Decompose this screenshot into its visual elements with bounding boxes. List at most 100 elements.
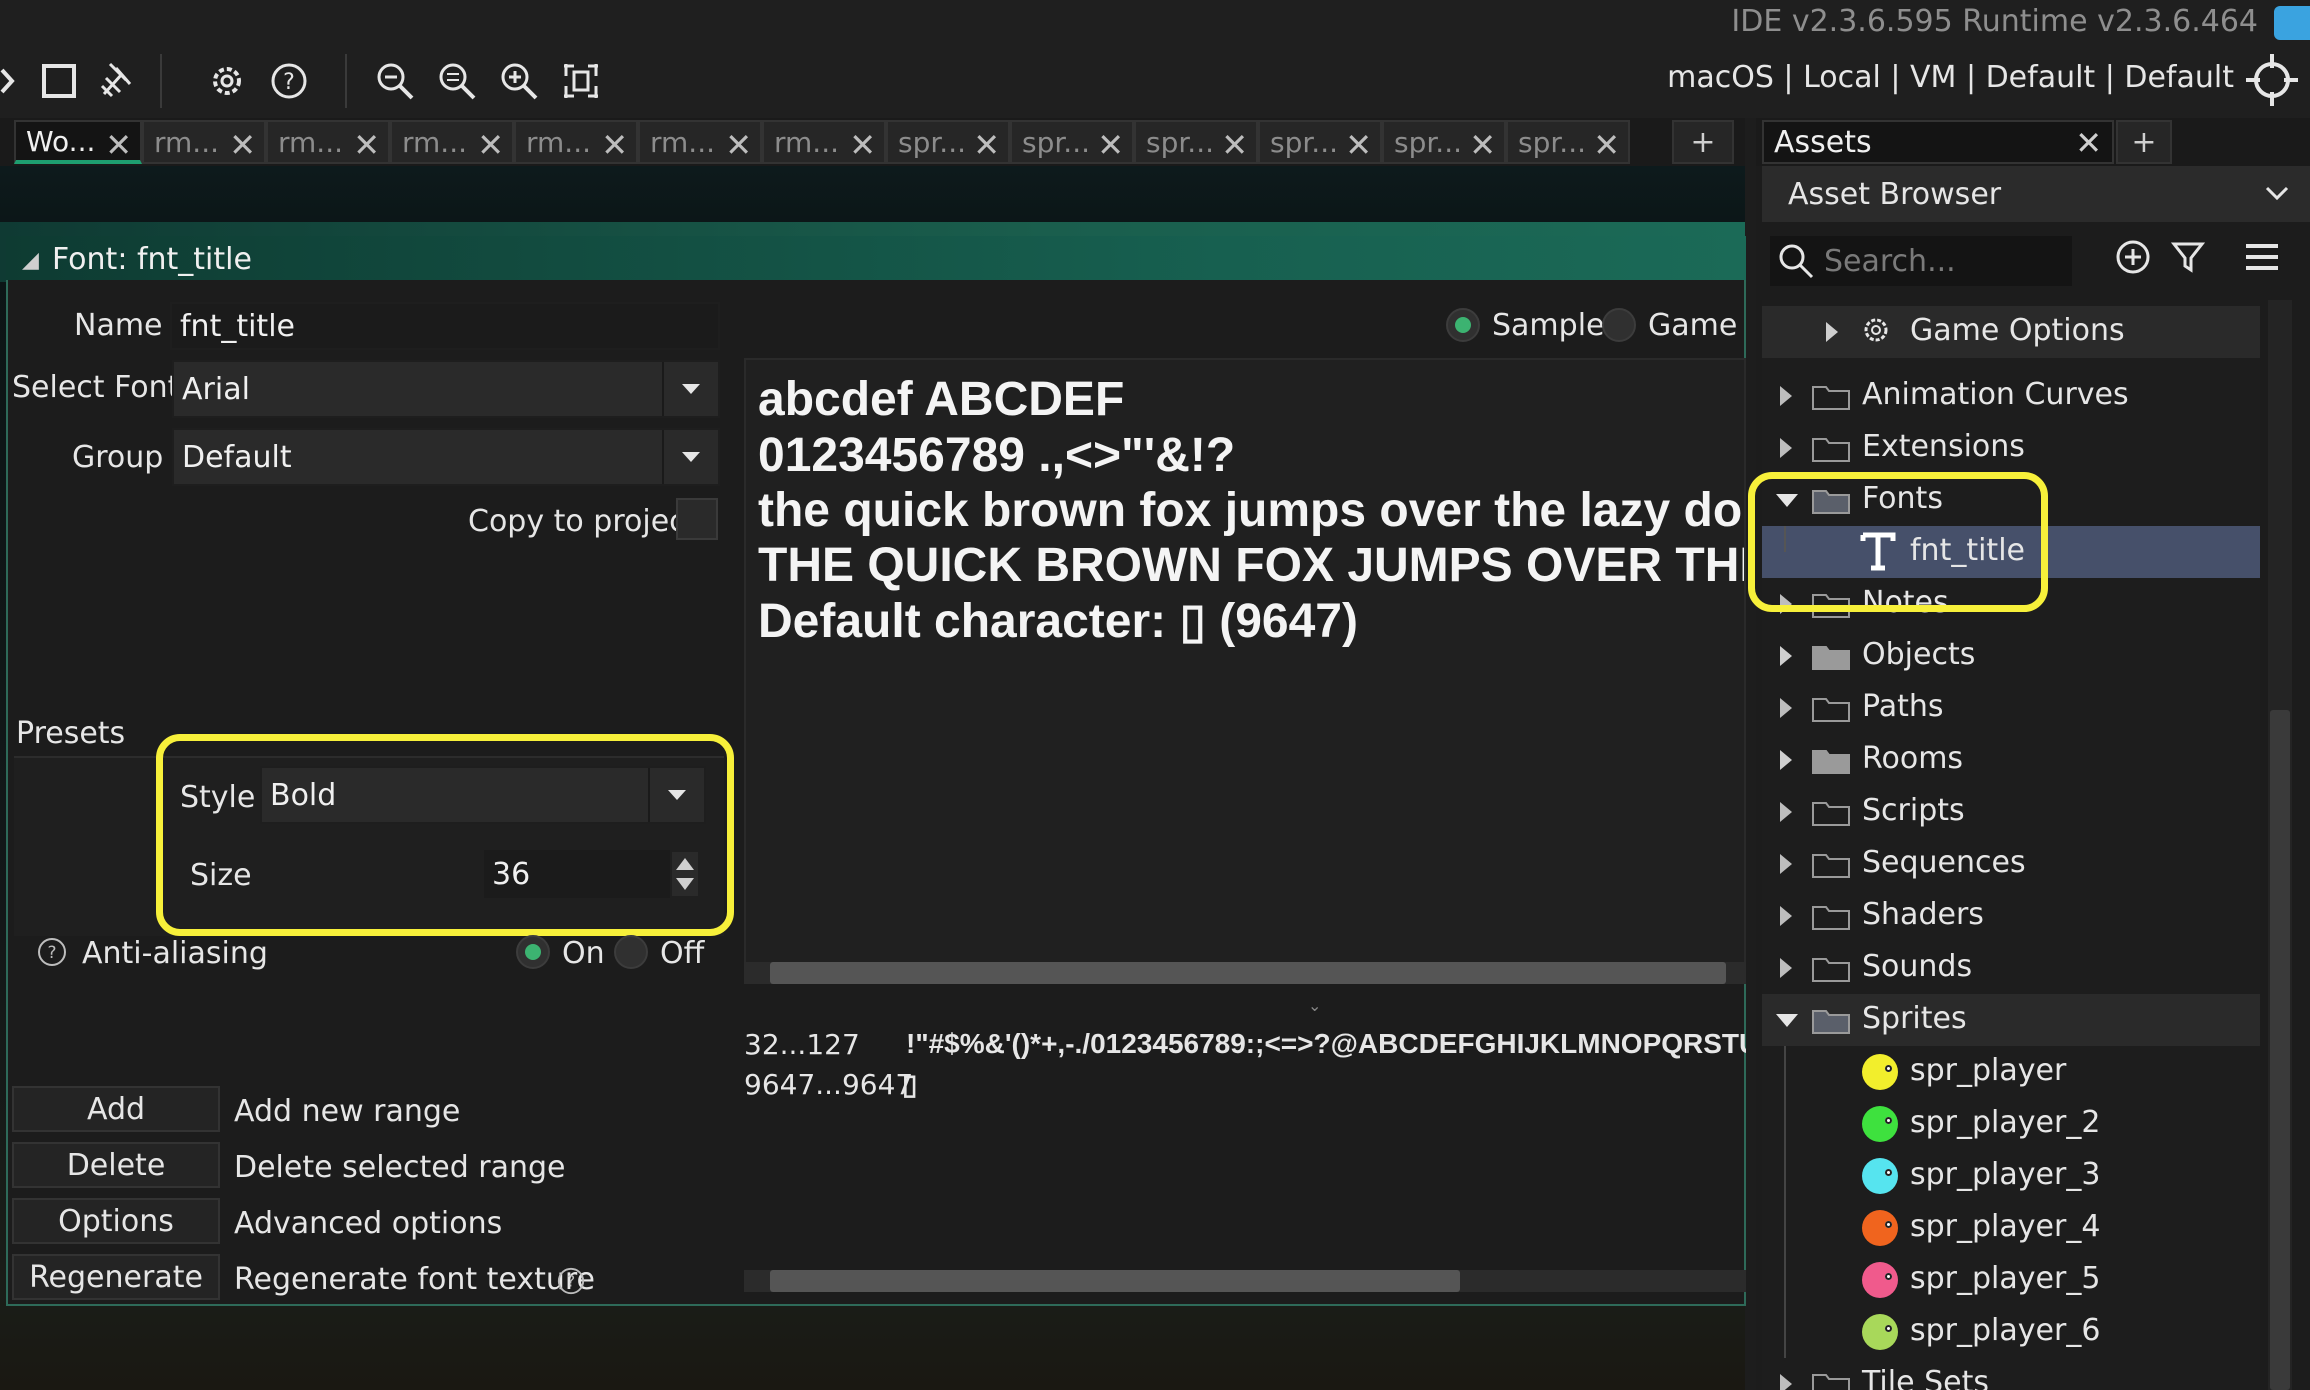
target-icon[interactable]	[2244, 52, 2300, 108]
asset-search-input[interactable]: Search...	[1770, 236, 2072, 286]
help-icon[interactable]: ?	[36, 936, 68, 968]
tree-item-spr-player-2[interactable]: spr_player_2	[1762, 1098, 2260, 1150]
anti-aliasing-off-radio[interactable]	[614, 935, 648, 969]
close-icon[interactable]: ✕	[2075, 124, 2102, 162]
tree-item-extensions[interactable]: Extensions	[1762, 422, 2260, 474]
close-icon[interactable]: ✕	[849, 126, 876, 164]
collapse-icon[interactable]: ◢	[22, 248, 39, 273]
expand-arrow-icon[interactable]	[1780, 698, 1792, 718]
workspace-tab[interactable]: spr... ✕	[1382, 120, 1506, 164]
expand-arrow-icon[interactable]	[1780, 646, 1792, 666]
tree-item-animation-curves[interactable]: Animation Curves	[1762, 370, 2260, 422]
add-asset-icon[interactable]	[2114, 238, 2152, 276]
tree-item-tile-sets[interactable]: Tile Sets	[1762, 1358, 2260, 1390]
range-row[interactable]: 9647...9647	[744, 1068, 913, 1101]
game-font-radio[interactable]	[1602, 308, 1636, 342]
tree-item-game-options[interactable]: Game Options	[1762, 306, 2260, 358]
expand-arrow-icon[interactable]	[1780, 438, 1792, 458]
workspace-tab[interactable]: rm... ✕	[762, 120, 886, 164]
options-button[interactable]: Options	[12, 1198, 220, 1244]
close-icon[interactable]: ✕	[229, 126, 256, 164]
collapse-arrow-icon[interactable]	[1776, 1014, 1798, 1027]
tree-item-objects[interactable]: Objects	[1762, 630, 2260, 682]
workspace-tab[interactable]: rm... ✕	[266, 120, 390, 164]
close-icon[interactable]: ✕	[353, 126, 380, 164]
group-dropdown[interactable]: Default	[172, 428, 720, 486]
workspace-tab[interactable]: spr... ✕	[886, 120, 1010, 164]
tree-item-spr-player[interactable]: spr_player	[1762, 1046, 2260, 1098]
close-icon[interactable]: ✕	[1097, 126, 1124, 164]
target-selector[interactable]: macOS | Local | VM | Default | Default	[1667, 60, 2234, 95]
tree-item-sequences[interactable]: Sequences	[1762, 838, 2260, 890]
add-tab-button[interactable]: +	[1672, 120, 1734, 164]
expand-arrow-icon[interactable]	[1780, 802, 1792, 822]
fit-icon[interactable]	[554, 54, 608, 108]
workspace-tab[interactable]: rm... ✕	[514, 120, 638, 164]
close-icon[interactable]: ✕	[1469, 126, 1496, 164]
close-icon[interactable]: ✕	[1593, 126, 1620, 164]
workspace-tab[interactable]: spr... ✕	[1010, 120, 1134, 164]
chevron-down-icon[interactable]	[662, 362, 718, 416]
help-icon[interactable]: ?	[556, 1266, 586, 1300]
workspace-tab[interactable]: rm... ✕	[638, 120, 762, 164]
tree-item-spr-player-5[interactable]: spr_player_5	[1762, 1254, 2260, 1306]
sample-radio[interactable]	[1446, 308, 1480, 342]
splitter-handle[interactable]: ⌄	[1308, 996, 1321, 1015]
stop-icon[interactable]	[32, 54, 86, 108]
preview-hscroll-thumb[interactable]	[770, 962, 1726, 984]
zoom-in-icon[interactable]	[492, 54, 546, 108]
help-icon[interactable]: ?	[262, 54, 316, 108]
expand-arrow-icon[interactable]	[1780, 386, 1792, 406]
font-editor-titlebar[interactable]	[6, 236, 1746, 280]
close-icon[interactable]: ✕	[105, 126, 132, 164]
tree-item-scripts[interactable]: Scripts	[1762, 786, 2260, 838]
anti-aliasing-on-radio[interactable]	[516, 935, 550, 969]
workspace-tab[interactable]: rm... ✕	[142, 120, 266, 164]
tree-item-spr-player-6[interactable]: spr_player_6	[1762, 1306, 2260, 1358]
workspace-tab[interactable]: spr... ✕	[1258, 120, 1382, 164]
select-font-dropdown[interactable]: Arial	[172, 360, 720, 418]
zoom-out-icon[interactable]	[368, 54, 422, 108]
workspace-tab[interactable]: spr... ✕	[1506, 120, 1630, 164]
chat-icon[interactable]	[2274, 6, 2310, 40]
ranges-hscroll-thumb[interactable]	[770, 1270, 1460, 1292]
expand-arrow-icon[interactable]	[1780, 1374, 1792, 1390]
close-icon[interactable]: ✕	[1345, 126, 1372, 164]
add-panel-button[interactable]: +	[2116, 120, 2172, 164]
tree-item-shaders[interactable]: Shaders	[1762, 890, 2260, 942]
asset-browser-dropdown[interactable]: Asset Browser	[1762, 166, 2310, 222]
tree-item-spr-player-3[interactable]: spr_player_3	[1762, 1150, 2260, 1202]
zoom-reset-icon[interactable]	[430, 54, 484, 108]
clean-icon[interactable]	[90, 54, 144, 108]
tree-item-spr-player-4[interactable]: spr_player_4	[1762, 1202, 2260, 1254]
regenerate-button[interactable]: Regenerate	[12, 1254, 220, 1300]
expand-arrow-icon[interactable]	[1826, 322, 1838, 342]
name-field[interactable]: fnt_title	[170, 302, 720, 350]
expand-arrow-icon[interactable]	[1780, 750, 1792, 770]
menu-icon[interactable]	[2244, 240, 2280, 274]
delete-button[interactable]: Delete	[12, 1142, 220, 1188]
expand-arrow-icon[interactable]	[1780, 854, 1792, 874]
range-row[interactable]: 32...127	[744, 1028, 860, 1061]
add-button[interactable]: Add	[12, 1086, 220, 1132]
tree-item-rooms[interactable]: Rooms	[1762, 734, 2260, 786]
ranges-list[interactable]: 32...127 !"#$%&'()*+,-./0123456789:;<=>?…	[744, 1018, 1746, 1118]
chevron-down-icon[interactable]	[662, 430, 718, 484]
close-icon[interactable]: ✕	[973, 126, 1000, 164]
play-icon[interactable]	[0, 54, 20, 108]
filter-icon[interactable]	[2170, 238, 2206, 276]
close-icon[interactable]: ✕	[601, 126, 628, 164]
expand-arrow-icon[interactable]	[1780, 906, 1792, 926]
asset-tree-vscroll-thumb[interactable]	[2270, 710, 2290, 1390]
copy-to-project-checkbox[interactable]	[676, 498, 718, 540]
workspace-tab[interactable]: rm... ✕	[390, 120, 514, 164]
tab-assets[interactable]: Assets ✕	[1762, 120, 2114, 164]
workspace-tab[interactable]: spr... ✕	[1134, 120, 1258, 164]
expand-arrow-icon[interactable]	[1780, 958, 1792, 978]
close-icon[interactable]: ✕	[1221, 126, 1248, 164]
settings-icon[interactable]	[200, 54, 254, 108]
workspace-tab[interactable]: Wo... ✕	[14, 120, 142, 164]
tree-item-sprites[interactable]: Sprites	[1762, 994, 2260, 1046]
chevron-down-icon[interactable]	[2264, 184, 2290, 202]
close-icon[interactable]: ✕	[477, 126, 504, 164]
